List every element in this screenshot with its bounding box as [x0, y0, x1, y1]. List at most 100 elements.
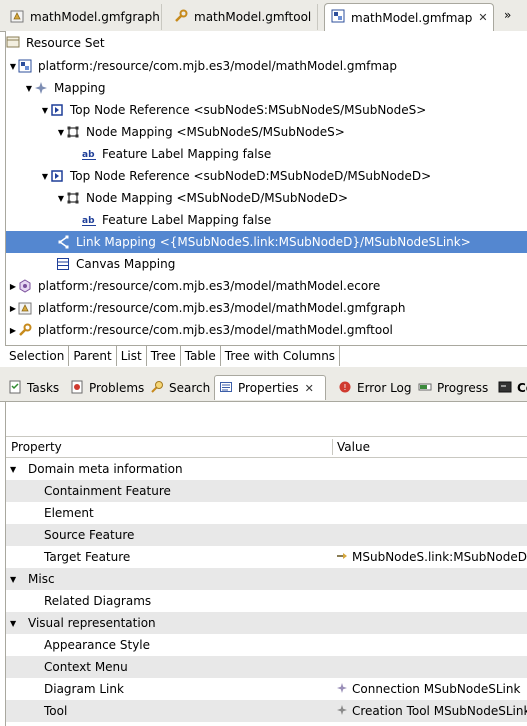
tree-item-gmftool-resource[interactable]: ▶ platform:/resource/com.mjb.es3/model/m…: [8, 319, 393, 341]
property-category-label: Visual representation: [28, 616, 156, 630]
label-mapping-icon: ab: [82, 147, 96, 161]
tree-item-feature-label-mapping[interactable]: ab Feature Label Mapping false: [82, 209, 271, 231]
property-row[interactable]: Diagram Link Connection MSubNodeSLink: [6, 678, 527, 700]
column-header-value[interactable]: Value: [337, 437, 370, 457]
tree-item-label: Link Mapping <{MSubNodeS.link:MSubNodeD}…: [76, 235, 471, 249]
node-mapping-icon: [66, 191, 80, 205]
property-row[interactable]: Context Menu: [6, 656, 527, 678]
view-tab-label: Problems: [89, 381, 145, 395]
collapse-arrow-icon[interactable]: ▶: [8, 282, 18, 291]
page-tab-tree[interactable]: Tree: [147, 346, 181, 366]
view-tab-tasks[interactable]: Tasks: [4, 376, 59, 400]
page-tab-list[interactable]: List: [117, 346, 147, 366]
problems-icon: [70, 380, 84, 397]
property-value-text: MSubNodeS.link:MSubNodeD: [352, 550, 527, 564]
tree-item-node-mapping[interactable]: ▼ Node Mapping <MSubNodeS/MSubNodeS>: [56, 121, 345, 143]
column-header-property[interactable]: Property: [11, 437, 62, 457]
property-row[interactable]: Related Diagrams: [6, 590, 527, 612]
close-icon[interactable]: ✕: [478, 11, 487, 24]
link-mapping-icon: [56, 235, 70, 249]
expand-arrow-icon[interactable]: ▼: [10, 458, 16, 480]
svg-text:!: !: [343, 383, 346, 392]
svg-text:ab: ab: [82, 150, 95, 160]
property-name: Context Menu: [44, 660, 128, 674]
tree-item-top-node-reference[interactable]: ▼ Top Node Reference <subNodeD:MSubNodeD…: [40, 165, 431, 187]
tree-item-top-node-reference[interactable]: ▼ Top Node Reference <subNodeS:MSubNodeS…: [40, 99, 426, 121]
tree-item-feature-label-mapping[interactable]: ab Feature Label Mapping false: [82, 143, 271, 165]
close-icon[interactable]: ✕: [305, 382, 314, 395]
property-category-domain-meta[interactable]: ▼ Domain meta information: [6, 458, 527, 480]
expand-arrow-icon[interactable]: ▼: [10, 612, 16, 634]
expand-arrow-icon[interactable]: ▼: [40, 106, 50, 115]
view-tab-properties[interactable]: Properties ✕: [214, 375, 326, 400]
expand-arrow-icon[interactable]: ▼: [56, 128, 66, 137]
tree-item-label: platform:/resource/com.mjb.es3/model/mat…: [38, 323, 393, 337]
page-tab-selection[interactable]: Selection: [5, 346, 70, 366]
tree-item-label: platform:/resource/com.mjb.es3/model/mat…: [38, 301, 406, 315]
view-tab-bar: Tasks Problems Search Properties ✕ ! Err…: [0, 373, 527, 402]
page-tab-parent[interactable]: Parent: [69, 346, 117, 366]
property-value[interactable]: MSubNodeS.link:MSubNodeD: [336, 546, 527, 568]
view-tab-progress[interactable]: Progress: [414, 376, 488, 400]
editor-tab-gmfmap[interactable]: mathModel.gmfmap ✕: [324, 3, 494, 31]
editor-tab-gmftool[interactable]: mathModel.gmftool: [168, 4, 318, 30]
creation-tool-icon: [336, 704, 348, 719]
expand-arrow-icon[interactable]: ▼: [8, 62, 18, 71]
progress-icon: [418, 380, 432, 397]
node-mapping-icon: [66, 125, 80, 139]
editor-tab-gmfgraph[interactable]: mathModel.gmfgraph: [4, 4, 162, 30]
tree-item-gmfmap-resource[interactable]: ▼ platform:/resource/com.mjb.es3/model/m…: [8, 55, 397, 77]
resource-set-header: Resource Set: [6, 33, 105, 53]
editor-tab-label: mathModel.gmfmap: [351, 10, 473, 25]
property-category-misc[interactable]: ▼ Misc: [6, 568, 527, 590]
property-value[interactable]: Creation Tool MSubNodeSLink: [336, 700, 527, 722]
connection-icon: [336, 682, 348, 697]
tree-item-label: Node Mapping <MSubNodeS/MSubNodeS>: [86, 125, 345, 139]
expand-arrow-icon[interactable]: ▼: [56, 194, 66, 203]
tree-item-ecore-resource[interactable]: ▶ platform:/resource/com.mjb.es3/model/m…: [8, 275, 380, 297]
editor-tab-label: mathModel.gmftool: [194, 10, 312, 24]
tree-item-node-mapping[interactable]: ▼ Node Mapping <MSubNodeD/MSubNodeD>: [56, 187, 348, 209]
view-tab-problems[interactable]: Problems: [66, 376, 144, 400]
view-tab-search[interactable]: Search: [146, 376, 210, 400]
search-icon: [150, 380, 164, 397]
tree-item-link-mapping[interactable]: Link Mapping <{MSubNodeS.link:MSubNodeD}…: [6, 231, 527, 253]
resource-set-label: Resource Set: [26, 36, 105, 50]
tree-item-mapping[interactable]: ▼ Mapping: [24, 77, 106, 99]
property-row[interactable]: Tool Creation Tool MSubNodeSLink: [6, 700, 527, 722]
expand-arrow-icon[interactable]: ▼: [24, 84, 34, 93]
page-tab-tree-with-columns[interactable]: Tree with Columns: [221, 346, 341, 366]
resource-set-icon: [6, 35, 20, 52]
tree-item-label: Mapping: [54, 81, 106, 95]
property-row[interactable]: Target Feature MSubNodeS.link:MSubNodeD: [6, 546, 527, 568]
property-value[interactable]: Connection MSubNodeSLink: [336, 678, 520, 700]
tree-item-gmfgraph-resource[interactable]: ▶ platform:/resource/com.mjb.es3/model/m…: [8, 297, 406, 319]
collapse-arrow-icon[interactable]: ▶: [8, 304, 18, 313]
properties-icon: [219, 380, 233, 397]
property-name: Source Feature: [44, 528, 135, 542]
property-row[interactable]: Containment Feature: [6, 480, 527, 502]
property-name: Element: [44, 506, 94, 520]
ecore-icon: [18, 279, 32, 293]
expand-arrow-icon[interactable]: ▼: [40, 172, 50, 181]
gmfgraph-icon: [10, 9, 24, 26]
expand-arrow-icon[interactable]: ▼: [10, 568, 16, 590]
label-mapping-icon: ab: [82, 213, 96, 227]
page-tab-table[interactable]: Table: [181, 346, 221, 366]
property-row[interactable]: Appearance Style: [6, 634, 527, 656]
collapse-arrow-icon[interactable]: ▶: [8, 326, 18, 335]
property-category-visual-representation[interactable]: ▼ Visual representation: [6, 612, 527, 634]
property-category-label: Domain meta information: [28, 462, 183, 476]
column-divider[interactable]: [332, 439, 333, 455]
editor-tab-bar: mathModel.gmfgraph mathModel.gmftool mat…: [0, 0, 527, 32]
property-row[interactable]: Element: [6, 502, 527, 524]
property-name: Appearance Style: [44, 638, 151, 652]
view-tab-label: Progress: [437, 381, 489, 395]
tree-item-canvas-mapping[interactable]: Canvas Mapping: [56, 253, 175, 275]
property-row[interactable]: Source Feature: [6, 524, 527, 546]
view-tab-label: Co: [517, 381, 527, 395]
view-tab-console[interactable]: Co: [494, 376, 527, 400]
editor-overflow-button[interactable]: »: [504, 8, 511, 22]
editor-tab-label: mathModel.gmfgraph: [30, 10, 160, 24]
view-tab-error-log[interactable]: ! Error Log: [334, 376, 412, 400]
